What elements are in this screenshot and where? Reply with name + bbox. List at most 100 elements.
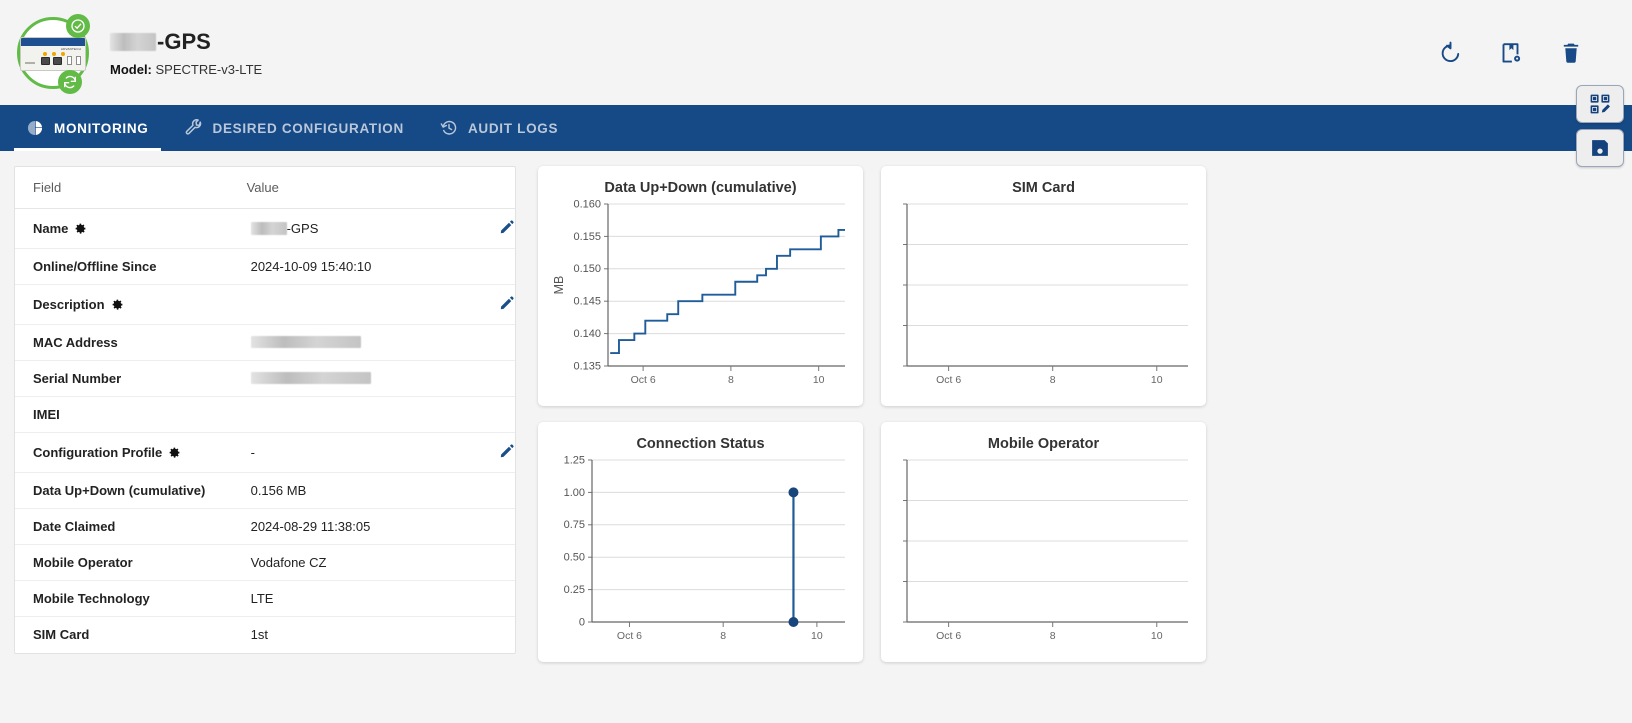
y-tick-label: 0 [579, 616, 585, 628]
table-row: IMEI [15, 396, 515, 433]
row-value [232, 396, 464, 433]
field-text: Mobile Technology [33, 591, 150, 606]
chart-data-point [788, 487, 799, 498]
row-field-label: Mobile Operator [15, 544, 233, 581]
x-tick-label: 10 [811, 630, 823, 642]
device-model: Model: SPECTRE-v3-LTE [110, 62, 262, 77]
row-value [232, 284, 464, 325]
x-tick-label: 8 [1050, 630, 1056, 642]
device-info-table-body: Name -GPS Online/Offline Since 2024-10-09 1… [15, 208, 515, 653]
x-tick-label: 8 [1050, 374, 1056, 386]
table-row: Description [15, 284, 515, 325]
row-field-label: SIM Card [15, 617, 233, 653]
save-button[interactable] [1576, 129, 1624, 167]
chart-svg: Oct 6 8 10 [903, 459, 1188, 642]
field-text: Date Claimed [33, 519, 116, 534]
delete-icon[interactable] [1558, 40, 1584, 66]
row-value: - [232, 432, 464, 473]
table-row: Serial Number [15, 360, 515, 397]
table-header-row: Field Value [15, 167, 515, 209]
table-row: Mobile Technology LTE [15, 580, 515, 617]
y-tick-label: 0.155 [573, 231, 601, 243]
row-value [232, 324, 464, 361]
router-sim-slot [67, 55, 72, 65]
table-row: Date Claimed 2024-08-29 11:38:05 [15, 508, 515, 545]
x-tick-label: 10 [813, 374, 825, 386]
tab-audit-logs-label: AUDIT LOGS [467, 120, 559, 136]
gear-icon[interactable] [74, 222, 87, 235]
page-title: -GPS [110, 29, 262, 55]
field-text: MAC Address [33, 335, 118, 350]
chart-card-mobile-operator: Mobile Operator Oct 6 8 10 [881, 422, 1206, 662]
row-actions [463, 617, 515, 653]
device-title-block: -GPS Model: SPECTRE-v3-LTE [110, 29, 262, 77]
field-text: Description [33, 297, 105, 312]
value-text: -GPS [286, 221, 319, 236]
chart-plot-sim-card[interactable]: Oct 6 8 10 [893, 196, 1194, 392]
field-text: Serial Number [33, 371, 122, 386]
device-model-label: Model: [110, 61, 152, 77]
chart-svg: 0 0.25 0.50 0.75 1.00 1.25 Oct 6 8 10 [564, 454, 845, 642]
tab-desired-configuration[interactable]: DESIRED CONFIGURATION [167, 105, 422, 151]
field-text: SIM Card [33, 627, 90, 643]
check-circle-icon [66, 13, 90, 38]
floating-action-buttons [1576, 85, 1624, 167]
y-tick-label: 0.140 [573, 328, 601, 340]
gear-icon[interactable] [168, 446, 181, 459]
row-actions [463, 208, 515, 249]
x-tick-label: 10 [1151, 374, 1163, 386]
y-tick-label: 0.135 [573, 360, 601, 372]
field-text: Mobile Operator [33, 555, 133, 570]
router-led-icon [43, 51, 47, 56]
redacted-value [250, 336, 361, 348]
row-field-label: Name [15, 208, 233, 249]
redacted-value [250, 222, 287, 235]
gear-icon[interactable] [111, 298, 124, 311]
chart-title: Connection Status [636, 436, 765, 452]
chart-card-data-up-down: Data Up+Down (cumulative) 0.135 0.140 0.14… [538, 166, 863, 406]
edit-icon[interactable] [499, 219, 515, 235]
charts-grid: Data Up+Down (cumulative) 0.135 0.140 0.14… [538, 166, 1206, 662]
table-row: MAC Address [15, 324, 515, 361]
chart-data-point [788, 617, 799, 627]
tab-monitoring[interactable]: MONITORING [8, 105, 167, 151]
pie-chart-icon [26, 119, 44, 137]
row-value: 0.156 MB [232, 472, 464, 509]
x-tick-label: Oct 6 [936, 630, 961, 642]
edit-icon[interactable] [499, 295, 515, 311]
row-value: 2024-08-29 11:38:05 [232, 508, 464, 545]
field-text: Data Up+Down (cumulative) [33, 483, 206, 498]
y-tick-label: 0.145 [573, 296, 601, 308]
y-tick-label: 0.75 [564, 519, 585, 531]
value-text: 2024-08-29 11:38:05 [250, 519, 371, 534]
restart-icon[interactable] [1438, 40, 1464, 66]
y-tick-label: 0.50 [564, 552, 585, 564]
history-icon [440, 119, 458, 137]
y-tick-label: 1.00 [564, 487, 585, 499]
chart-title: Mobile Operator [987, 436, 1100, 452]
row-actions [463, 360, 515, 397]
router-ethernet-port [41, 56, 50, 65]
tab-audit-logs[interactable]: AUDIT LOGS [422, 105, 576, 151]
router-led-icon [52, 51, 56, 56]
x-tick-label: 10 [1151, 630, 1163, 642]
chart-plot-data-up-down[interactable]: 0.135 0.140 0.145 0.150 0.155 0.160 Oct 6 8 10 MB [550, 196, 851, 392]
chart-plot-mobile-operator[interactable]: Oct 6 8 10 [893, 452, 1194, 648]
y-tick-label: 0.160 [573, 198, 601, 210]
sync-icon [58, 69, 82, 94]
chart-svg: Oct 6 8 10 [903, 203, 1188, 386]
qr-edit-button[interactable] [1576, 85, 1624, 123]
table-row: Online/Offline Since 2024-10-09 15:40:10 [15, 248, 515, 285]
device-detail-page: ADVANTECH -GPS Model: SPECTRE-v3-LTE MON… [0, 0, 1632, 723]
edit-icon[interactable] [499, 443, 515, 459]
row-value [232, 360, 464, 397]
main-nav: MONITORING DESIRED CONFIGURATION AUDIT L… [0, 105, 1632, 151]
value-text: - [250, 445, 255, 460]
chart-plot-connection-status[interactable]: 0 0.25 0.50 0.75 1.00 1.25 Oct 6 8 10 [550, 452, 851, 648]
table-row: SIM Card 1st [15, 617, 515, 653]
chart-card-sim-card: SIM Card Oct 6 8 10 [881, 166, 1206, 406]
device-config-icon[interactable] [1498, 40, 1524, 66]
field-text: Online/Offline Since [33, 259, 157, 274]
field-text: IMEI [33, 407, 60, 422]
device-info-card: Field Value Name -GPS Online/Offline Since… [14, 166, 516, 654]
